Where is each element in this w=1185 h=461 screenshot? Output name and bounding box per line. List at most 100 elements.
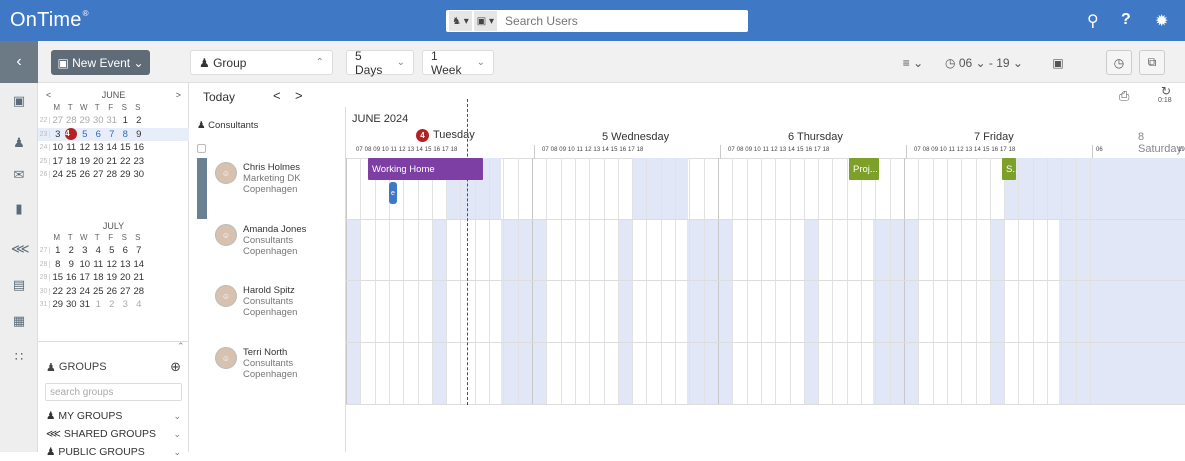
select-all-checkbox[interactable] <box>197 144 206 153</box>
mini-calendar-day[interactable]: 28 <box>65 115 79 126</box>
mini-calendar-day[interactable]: 1 <box>92 299 106 310</box>
share-icon[interactable]: ⋘ <box>11 241 30 257</box>
mini-calendar-day[interactable]: 7 <box>105 129 119 140</box>
mini-calendar-day[interactable]: 3 <box>51 129 65 140</box>
mini-calendar-day[interactable]: 7 <box>132 245 146 256</box>
mini-calendar-day[interactable]: 27 <box>119 286 133 297</box>
mini-calendar-day[interactable]: 29 <box>51 299 65 310</box>
mini-calendar-day[interactable]: 18 <box>65 156 79 167</box>
app-logo[interactable]: OnTime® <box>10 9 89 32</box>
people-icon[interactable]: ♟ <box>11 135 27 151</box>
help-icon[interactable]: ? <box>1121 11 1131 29</box>
bar-chart-icon[interactable]: ▮ <box>11 201 27 217</box>
week-number[interactable]: 28 <box>38 260 50 268</box>
calendar-icon[interactable]: ▣ <box>11 93 27 109</box>
mini-calendar-day[interactable]: 19 <box>105 272 119 283</box>
mini-calendar-day[interactable]: 4 <box>132 299 146 310</box>
mini-calendar-day[interactable]: 11 <box>65 142 79 153</box>
week-number[interactable]: 29 <box>38 274 50 281</box>
calendar-event[interactable]: S.. <box>1002 158 1018 180</box>
sync-icon[interactable]: ↻ <box>1161 84 1171 98</box>
mini-calendar-day[interactable]: 17 <box>78 272 92 283</box>
mini-calendar-day[interactable]: 14 <box>105 142 119 153</box>
mini-calendar-day[interactable]: 24 <box>51 169 65 180</box>
mini-calendar-day[interactable]: 10 <box>51 142 65 153</box>
calendar-event[interactable]: Proj... <box>849 158 879 180</box>
mail-icon[interactable]: ✉ <box>11 167 27 183</box>
mini-calendar-day[interactable]: 1 <box>119 115 133 126</box>
mini-calendar-day[interactable]: 2 <box>132 115 146 126</box>
mini-calendar-day[interactable]: 28 <box>105 169 119 180</box>
mini-calendar-day[interactable]: 19 <box>78 156 92 167</box>
add-group-icon[interactable]: ⊕ <box>170 359 181 375</box>
time-range-selector[interactable]: ◷ 06 ⌄ - 19 ⌄ <box>934 50 1034 75</box>
copy-button[interactable]: ⧉ <box>1139 50 1165 75</box>
mini-calendar-day[interactable]: 2 <box>65 245 79 256</box>
mini-calendar-day[interactable]: 6 <box>92 129 106 140</box>
avatar[interactable]: ☺ <box>215 162 237 184</box>
mini-calendar-day[interactable]: 21 <box>105 156 119 167</box>
next-period-button[interactable]: > <box>295 88 303 103</box>
prev-period-button[interactable]: < <box>273 88 281 103</box>
mini-calendar-day[interactable]: 29 <box>78 115 92 126</box>
my-groups-item[interactable]: ♟ MY GROUPS ⌄ <box>38 407 189 425</box>
mini-calendar-day[interactable]: 1 <box>51 245 65 256</box>
settings-icon[interactable]: ✹ <box>1155 11 1168 31</box>
week-number[interactable]: 27 <box>38 247 50 254</box>
mini-calendar-day[interactable]: 12 <box>78 142 92 153</box>
mini-calendar-day[interactable]: 20 <box>92 156 106 167</box>
mini-calendar-day[interactable]: 30 <box>92 115 106 126</box>
public-groups-item[interactable]: ♟ PUBLIC GROUPS ⌄ <box>38 443 189 461</box>
mini-calendar-day[interactable]: 24 <box>78 286 92 297</box>
collapse-sidebar-button[interactable]: ‹ <box>0 41 38 83</box>
person-row[interactable]: ☺ Chris Holmes Marketing DK Copenhagen <box>215 162 301 195</box>
mini-calendar-day[interactable]: 16 <box>132 142 146 153</box>
mini-calendar-day[interactable]: 6 <box>119 245 133 256</box>
mini-calendar-day[interactable]: 3 <box>78 245 92 256</box>
mini-calendar-day[interactable]: 25 <box>65 169 79 180</box>
mini-calendar-day[interactable]: 26 <box>105 286 119 297</box>
calendar-view-icon[interactable]: ▣ <box>1046 50 1070 75</box>
mini-calendar-day[interactable]: 13 <box>119 259 133 270</box>
group-dropdown[interactable]: ♟ Group ⌃ <box>190 50 333 75</box>
mini-calendar-day[interactable]: 8 <box>51 259 65 270</box>
clock-button[interactable]: ◷ <box>1106 50 1132 75</box>
avatar[interactable]: ☺ <box>215 285 237 307</box>
list-density-icon[interactable]: ≡ ⌄ <box>898 50 928 75</box>
mini-calendar-day[interactable]: 9 <box>65 259 79 270</box>
mini-calendar-day[interactable]: 25 <box>92 286 106 297</box>
mini-calendar-day[interactable]: 26 <box>78 169 92 180</box>
mini-calendar-day[interactable]: 29 <box>119 169 133 180</box>
prev-month-button[interactable]: < <box>46 90 51 100</box>
shared-groups-item[interactable]: ⋘ SHARED GROUPS ⌄ <box>38 425 189 443</box>
mini-calendar-day[interactable]: 5 <box>105 245 119 256</box>
mini-calendar-day[interactable]: 10 <box>78 259 92 270</box>
tray-icon[interactable]: ▤ <box>11 277 27 293</box>
next-month-button[interactable]: > <box>176 90 181 100</box>
week-number[interactable]: 25 <box>38 157 50 165</box>
print-icon[interactable]: ⎙ <box>1119 88 1129 104</box>
mini-calendar-day[interactable]: 23 <box>132 156 146 167</box>
mini-calendar-day[interactable]: 3 <box>119 299 133 310</box>
mini-calendar-day[interactable]: 27 <box>92 169 106 180</box>
avatar[interactable]: ☺ <box>215 347 237 369</box>
mini-calendar-day[interactable]: 12 <box>105 259 119 270</box>
collapse-calendar-icon[interactable]: ⌃ <box>177 341 185 352</box>
building-icon[interactable]: ▦ <box>11 313 27 329</box>
search-zoom-icon[interactable]: ⚲ <box>1087 11 1099 31</box>
user-type-dropdown[interactable]: ♞ ▾ <box>449 11 472 31</box>
calendar-event[interactable]: e <box>389 182 397 204</box>
mini-calendar-day[interactable]: 22 <box>51 286 65 297</box>
mini-calendar-day[interactable]: 20 <box>119 272 133 283</box>
days-dropdown[interactable]: 5 Days ⌄ <box>346 49 414 77</box>
week-number[interactable]: 24 <box>38 144 50 151</box>
mini-calendar-day[interactable]: 21 <box>132 272 146 283</box>
calendar-type-dropdown[interactable]: ▣ ▾ <box>473 11 498 31</box>
calendar-event[interactable]: Working Home <box>368 158 483 180</box>
person-row[interactable]: ☺ Terri North Consultants Copenhagen <box>215 347 297 380</box>
mini-calendar-day[interactable]: 14 <box>132 259 146 270</box>
mini-calendar-day[interactable]: 23 <box>65 286 79 297</box>
week-number[interactable]: 26 <box>38 171 50 178</box>
mini-calendar-day[interactable]: 15 <box>51 272 65 283</box>
mini-calendar-day[interactable]: 2 <box>105 299 119 310</box>
